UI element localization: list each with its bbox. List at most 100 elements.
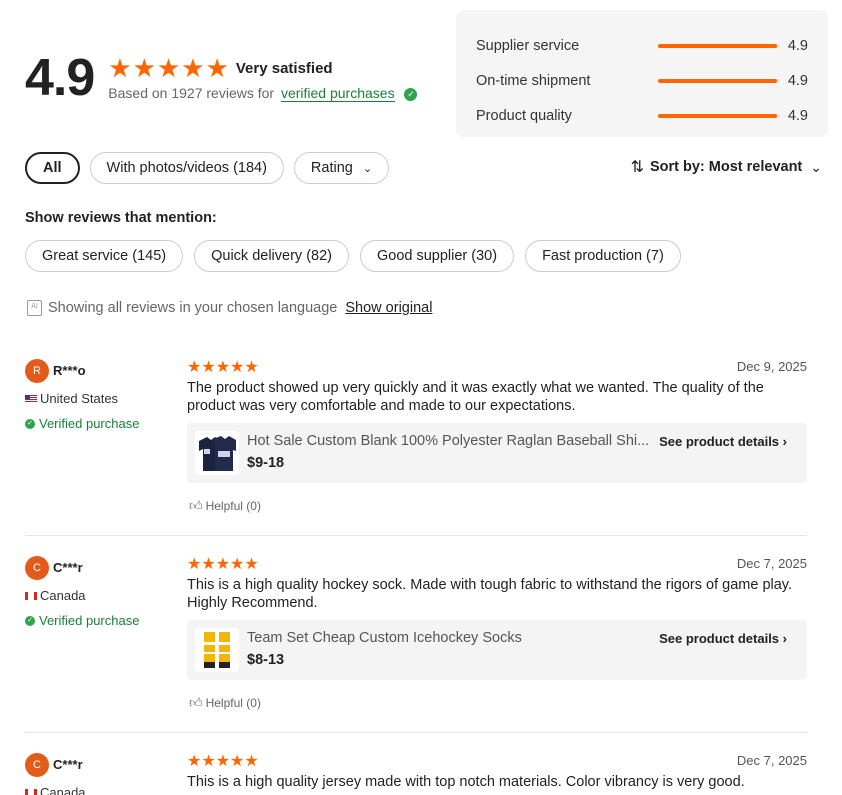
product-price: $9-18: [247, 455, 285, 471]
verified-check-icon: ✓: [25, 615, 35, 626]
rating-summary: 4.9 ★ ★ ★ ★ ★ Very satisfied Based on 19…: [25, 48, 418, 108]
metric-bar: [657, 43, 778, 48]
overall-stars: ★ ★ ★ ★ ★ Very satisfied: [108, 55, 417, 81]
reviewer-country: Canada: [25, 785, 86, 795]
star-icon: ★: [108, 53, 132, 83]
chevron-down-icon: ⌄: [362, 162, 373, 175]
translate-icon: AI: [27, 300, 42, 316]
rating-details: ★ ★ ★ ★ ★ Very satisfied Based on 1927 r…: [108, 55, 418, 102]
sort-dropdown[interactable]: ⇅ Sort by: Most relevant ⌄: [631, 157, 822, 177]
mentions-title: Show reviews that mention:: [25, 210, 217, 226]
see-product-details-link[interactable]: See product details ›: [659, 631, 787, 646]
language-notice: AI Showing all reviews in your chosen la…: [27, 300, 432, 316]
star-icon: ★: [205, 53, 229, 83]
metric-value: 4.9: [787, 107, 808, 124]
canada-flag-icon: [25, 591, 37, 600]
helpful-button[interactable]: 👍︎ Helpful (0): [189, 498, 261, 514]
product-price: $8-13: [247, 652, 285, 668]
metric-bar-track: [657, 78, 780, 83]
sort-label: Sort by: Most relevant: [649, 159, 803, 175]
chevron-right-icon: ›: [782, 434, 787, 449]
chevron-down-icon: ⌄: [810, 158, 822, 175]
metric-row: Supplier service 4.9: [476, 28, 808, 63]
review-divider: [25, 732, 807, 733]
verified-label: Verified purchase: [39, 416, 140, 431]
review-divider: [25, 535, 807, 536]
show-original-link[interactable]: Show original: [345, 300, 432, 316]
metric-bar-track: [657, 43, 780, 48]
product-card[interactable]: Team Set Cheap Custom Icehockey Socks $8…: [187, 620, 807, 680]
chevron-right-icon: ›: [782, 631, 787, 646]
reviewer-country: United States: [25, 391, 118, 406]
country-name: Canada: [40, 785, 86, 795]
overall-rating: 4.9: [25, 49, 95, 107]
verified-check-icon: ✓: [25, 418, 35, 429]
filter-photos-chip[interactable]: With photos/videos (184): [89, 152, 284, 184]
reviewer-name: C***r: [53, 757, 83, 772]
metric-bar: [657, 113, 778, 118]
supplier-metrics-panel: Supplier service 4.9 On-time shipment 4.…: [456, 10, 828, 137]
metric-row: Product quality 4.9: [476, 98, 808, 133]
filter-all-chip[interactable]: All: [25, 152, 80, 184]
verified-purchases-link[interactable]: verified purchases: [280, 85, 395, 102]
product-thumbnail: [195, 628, 239, 672]
star-icon: ★: [181, 53, 205, 83]
star-icon: ★: [132, 53, 156, 83]
mention-tag[interactable]: Great service (145): [25, 240, 184, 272]
us-flag-icon: [25, 394, 37, 403]
metric-name: On-time shipment: [476, 72, 591, 89]
product-thumbnail: [195, 431, 239, 475]
review-item: C C***r Canada ✓ Verified purchase ★★★★★…: [25, 556, 807, 716]
mention-tag[interactable]: Quick delivery (82): [194, 240, 349, 272]
see-details-label: See product details: [659, 434, 780, 449]
mention-tag[interactable]: Fast production (7): [525, 240, 681, 272]
review-text: This is a high quality jersey made with …: [187, 774, 745, 790]
sort-icon: ⇅: [630, 159, 644, 176]
helpful-label: Helpful (0): [205, 499, 261, 513]
review-stars: ★★★★★: [187, 359, 259, 376]
metric-row: On-time shipment 4.9: [476, 63, 808, 98]
metric-value: 4.9: [787, 72, 808, 89]
product-title[interactable]: Team Set Cheap Custom Icehockey Socks: [247, 630, 657, 646]
review-text: The product showed up very quickly and i…: [187, 380, 764, 414]
socks-image: [195, 628, 239, 672]
language-notice-text: Showing all reviews in your chosen langu…: [48, 300, 338, 316]
review-date: Dec 7, 2025: [736, 753, 807, 768]
thumbs-up-icon: 👍︎: [189, 498, 203, 513]
based-on-text: Based on 1927 reviews for: [108, 85, 275, 101]
mention-tags: Great service (145) Quick delivery (82) …: [25, 240, 692, 272]
country-name: United States: [40, 391, 119, 406]
mention-tag[interactable]: Good supplier (30): [359, 240, 515, 272]
canada-flag-icon: [25, 788, 37, 795]
filter-rating-dropdown[interactable]: Rating ⌄: [293, 152, 390, 184]
star-icon: ★: [156, 53, 181, 83]
metric-value: 4.9: [787, 37, 808, 54]
review-date: Dec 9, 2025: [736, 359, 807, 374]
metric-bar: [657, 78, 778, 83]
product-title[interactable]: Hot Sale Custom Blank 100% Polyester Rag…: [247, 433, 657, 449]
helpful-button[interactable]: 👍︎ Helpful (0): [189, 695, 261, 711]
review-item: R R***o United States ✓ Verified purchas…: [25, 359, 807, 519]
verified-label: Verified purchase: [39, 613, 140, 628]
avatar: C: [25, 556, 49, 580]
product-card[interactable]: Hot Sale Custom Blank 100% Polyester Rag…: [187, 423, 807, 483]
thumbs-up-icon: 👍︎: [189, 695, 203, 710]
verified-check-icon: ✓: [404, 87, 418, 101]
review-item: C C***r Canada ★★★★★ Dec 7, 2025 This is…: [25, 753, 807, 795]
rating-dropdown-label: Rating: [310, 160, 353, 176]
review-text: This is a high quality hockey sock. Made…: [187, 577, 793, 611]
avatar: R: [25, 359, 49, 383]
avatar: C: [25, 753, 49, 777]
see-details-label: See product details: [659, 631, 780, 646]
helpful-label: Helpful (0): [205, 696, 261, 710]
metric-name: Product quality: [476, 107, 572, 124]
reviewer-name: R***o: [53, 363, 86, 378]
metric-name: Supplier service: [476, 37, 580, 54]
review-stars: ★★★★★: [187, 556, 259, 573]
review-count-text: Based on 1927 reviews for verified purch…: [108, 85, 418, 102]
reviewer-country: Canada: [25, 588, 86, 603]
review-date: Dec 7, 2025: [736, 556, 807, 571]
country-name: Canada: [40, 588, 86, 603]
see-product-details-link[interactable]: See product details ›: [659, 434, 787, 449]
review-filters: All With photos/videos (184) Rating ⌄: [25, 152, 399, 184]
